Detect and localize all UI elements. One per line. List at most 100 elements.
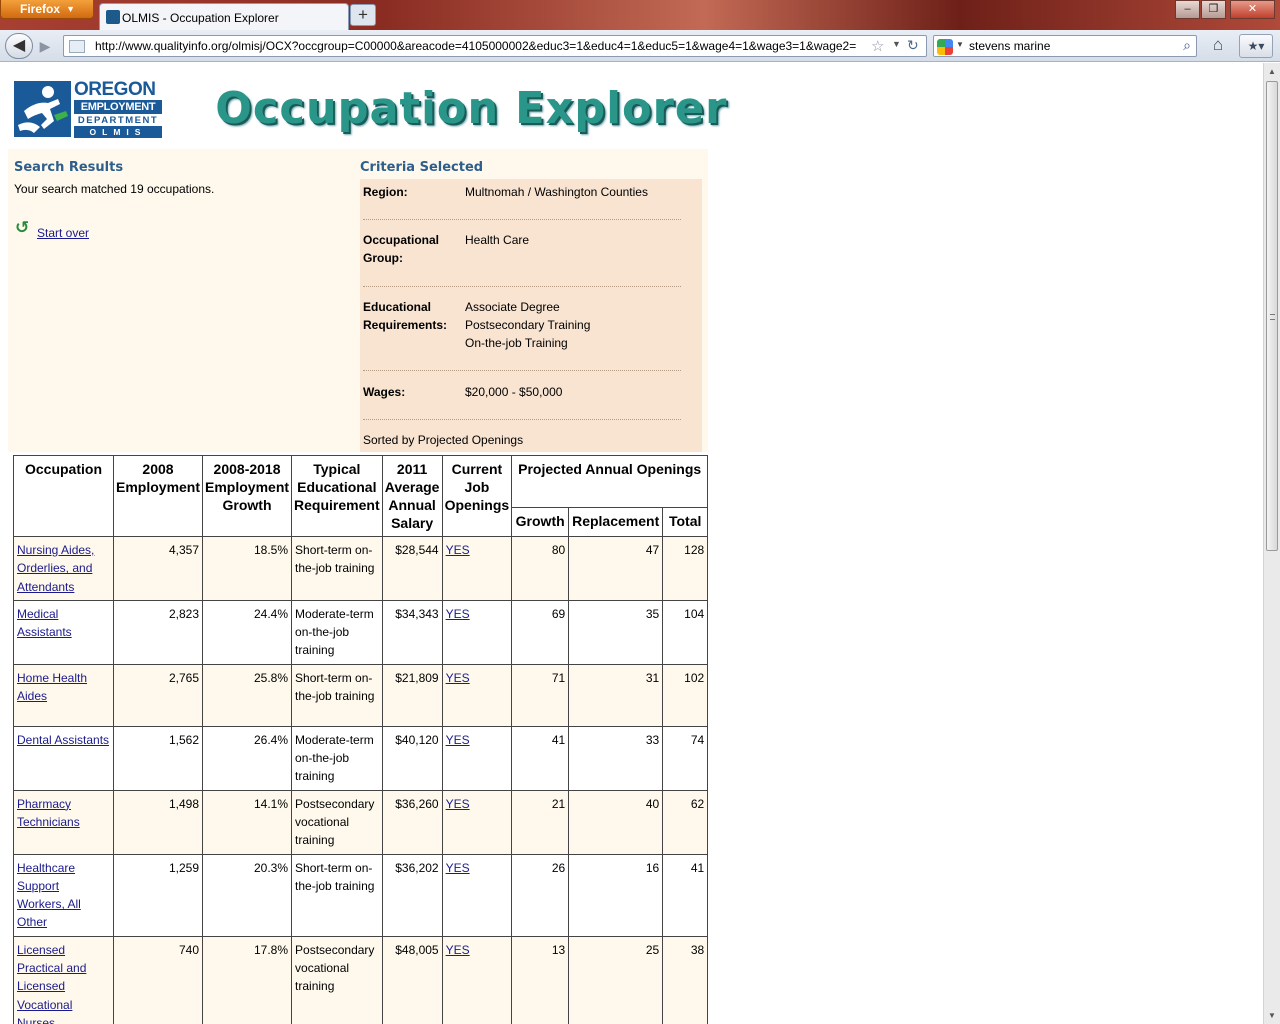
minimize-icon[interactable]: ‒ — [1175, 0, 1200, 19]
job-openings-cell: YES — [441, 789, 513, 855]
maximize-icon[interactable]: ❐ — [1201, 0, 1226, 19]
header-openings[interactable]: Current Job Openings — [441, 455, 513, 537]
back-icon[interactable]: ◀ — [5, 33, 33, 59]
job-openings-link[interactable]: YES — [446, 797, 470, 811]
occupation-link[interactable]: Medical Assistants — [17, 607, 72, 639]
salary-cell: $36,202 — [381, 853, 443, 937]
divider — [363, 419, 681, 420]
header-employment[interactable]: 2008 Employment — [112, 455, 204, 537]
occupation-link[interactable]: Dental Assistants — [17, 733, 109, 747]
star-icon[interactable]: ☆ — [871, 37, 884, 55]
firefox-menu-button[interactable]: Firefox ▼ — [0, 0, 94, 19]
header-salary[interactable]: 2011 Average Annual Salary — [381, 455, 443, 537]
wages-value: $20,000 - $50,000 — [465, 385, 563, 399]
job-openings-link[interactable]: YES — [446, 543, 470, 557]
runner-logo-icon — [14, 81, 71, 137]
growth-cell: 20.3% — [202, 853, 293, 937]
projected-growth-cell: 71 — [511, 663, 570, 727]
tab-olmis[interactable]: OLMIS - Occupation Explorer — [99, 3, 349, 30]
occupation-link[interactable]: Nursing Aides, Orderlies, and Attendants — [17, 543, 94, 594]
scroll-up-icon[interactable]: ▲ — [1264, 63, 1280, 80]
search-bar[interactable]: ▼ ⌕ — [933, 35, 1197, 57]
employment-cell: 2,765 — [112, 663, 204, 727]
url-text[interactable]: http://www.qualityinfo.org/olmisj/OCX?oc… — [95, 39, 870, 53]
occupational-label-line1: Occupational — [363, 233, 440, 247]
occupation-cell: Licensed Practical and Licensed Vocation… — [13, 935, 114, 1024]
sorted-by-text: Sorted by Projected Openings — [363, 433, 524, 447]
home-icon[interactable]: ⌂ — [1204, 34, 1232, 58]
occupation-cell: Dental Assistants — [13, 725, 114, 791]
start-over-link[interactable]: Start over — [37, 226, 89, 240]
tab-title: OLMIS - Occupation Explorer — [122, 11, 279, 25]
occupation-link[interactable]: Healthcare Support Workers, All Other — [17, 861, 81, 930]
wages-label: Wages: — [363, 385, 406, 399]
projected-growth-cell: 21 — [511, 789, 570, 855]
header-proj-growth[interactable]: Growth — [511, 507, 570, 537]
logo-department: DEPARTMENT — [77, 115, 159, 126]
projected-growth-cell: 41 — [511, 725, 570, 791]
logo-employment: EMPLOYMENT — [74, 100, 162, 114]
job-openings-link[interactable]: YES — [446, 607, 470, 621]
engine-dropdown-icon[interactable]: ▼ — [956, 40, 964, 49]
occupational-group-label: Occupational Group: — [363, 231, 439, 267]
history-dropdown-icon[interactable]: ▼ — [892, 39, 901, 49]
salary-cell: $34,343 — [381, 599, 443, 665]
vertical-scrollbar[interactable]: ▲ ▼ — [1263, 63, 1280, 1024]
oregon-employment-logo[interactable]: OREGON EMPLOYMENT DEPARTMENT OLMIS — [14, 79, 164, 139]
header-proj-total[interactable]: Total — [662, 507, 709, 537]
occupation-cell: Pharmacy Technicians — [13, 789, 114, 855]
forward-icon[interactable]: ▶ — [34, 37, 56, 55]
search-icon[interactable]: ⌕ — [1183, 37, 1191, 54]
divider — [363, 370, 681, 371]
employment-cell: 2,823 — [112, 599, 204, 665]
occupational-group-value: Health Care — [465, 233, 530, 247]
occupations-table: Occupation 2008 Employment 2008-2018 Emp… — [13, 455, 709, 1024]
employment-cell: 740 — [112, 935, 204, 1024]
projected-total-cell: 102 — [662, 663, 709, 727]
projected-replacement-cell: 33 — [568, 725, 664, 791]
header-education[interactable]: Typical Educational Requirement — [291, 455, 383, 537]
new-tab-button[interactable]: + — [350, 4, 376, 26]
logo-oregon: OREGON — [74, 79, 156, 100]
education-value: Associate Degree — [465, 300, 560, 314]
search-results-count: Your search matched 19 occupations. — [14, 182, 215, 196]
salary-cell: $48,005 — [381, 935, 443, 1024]
education-cell: Moderate-term on-the-job training — [291, 725, 383, 791]
address-bar[interactable]: http://www.qualityinfo.org/olmisj/OCX?oc… — [63, 35, 927, 57]
navigation-toolbar: ◀ ▶ http://www.qualityinfo.org/olmisj/OC… — [0, 30, 1280, 62]
education-cell: Short-term on-the-job training — [291, 663, 383, 727]
divider — [363, 219, 681, 220]
growth-cell: 18.5% — [202, 536, 293, 601]
site-identity-icon[interactable] — [69, 40, 85, 53]
employment-cell: 1,259 — [112, 853, 204, 937]
reload-icon[interactable]: ↻ — [907, 37, 919, 54]
scroll-down-icon[interactable]: ▼ — [1264, 1007, 1280, 1024]
occupation-link[interactable]: Licensed Practical and Licensed Vocation… — [17, 943, 86, 1024]
bookmarks-icon[interactable]: ★▾ — [1239, 34, 1273, 58]
region-value: Multnomah / Washington Counties — [465, 185, 648, 199]
education-cell: Short-term on-the-job training — [291, 536, 383, 601]
occupation-link[interactable]: Pharmacy Technicians — [17, 797, 80, 829]
table-row: Nursing Aides, Orderlies, and Attendants… — [13, 536, 709, 601]
projected-replacement-cell: 25 — [568, 935, 664, 1024]
job-openings-link[interactable]: YES — [446, 733, 470, 747]
job-openings-link[interactable]: YES — [446, 943, 470, 957]
job-openings-link[interactable]: YES — [446, 861, 470, 875]
occupation-link[interactable]: Home Health Aides — [17, 671, 87, 703]
google-engine-icon[interactable] — [937, 39, 953, 55]
header-proj-replacement[interactable]: Replacement — [568, 507, 664, 537]
projected-growth-cell: 69 — [511, 599, 570, 665]
header-occupation[interactable]: Occupation — [13, 455, 114, 537]
close-icon[interactable]: ✕ — [1230, 0, 1275, 19]
scrollbar-thumb[interactable] — [1266, 81, 1278, 551]
job-openings-cell: YES — [441, 599, 513, 665]
job-openings-link[interactable]: YES — [446, 671, 470, 685]
header-growth[interactable]: 2008-2018 Employment Growth — [202, 455, 293, 537]
education-cell: Short-term on-the-job training — [291, 853, 383, 937]
educational-requirements-values: Associate Degree Postsecondary Training … — [465, 298, 590, 352]
projected-total-cell: 38 — [662, 935, 709, 1024]
search-input[interactable] — [969, 38, 1174, 54]
educational-label-line2: Requirements: — [363, 318, 448, 332]
projected-replacement-cell: 31 — [568, 663, 664, 727]
undo-arrow-icon[interactable]: ↺ — [15, 218, 29, 238]
